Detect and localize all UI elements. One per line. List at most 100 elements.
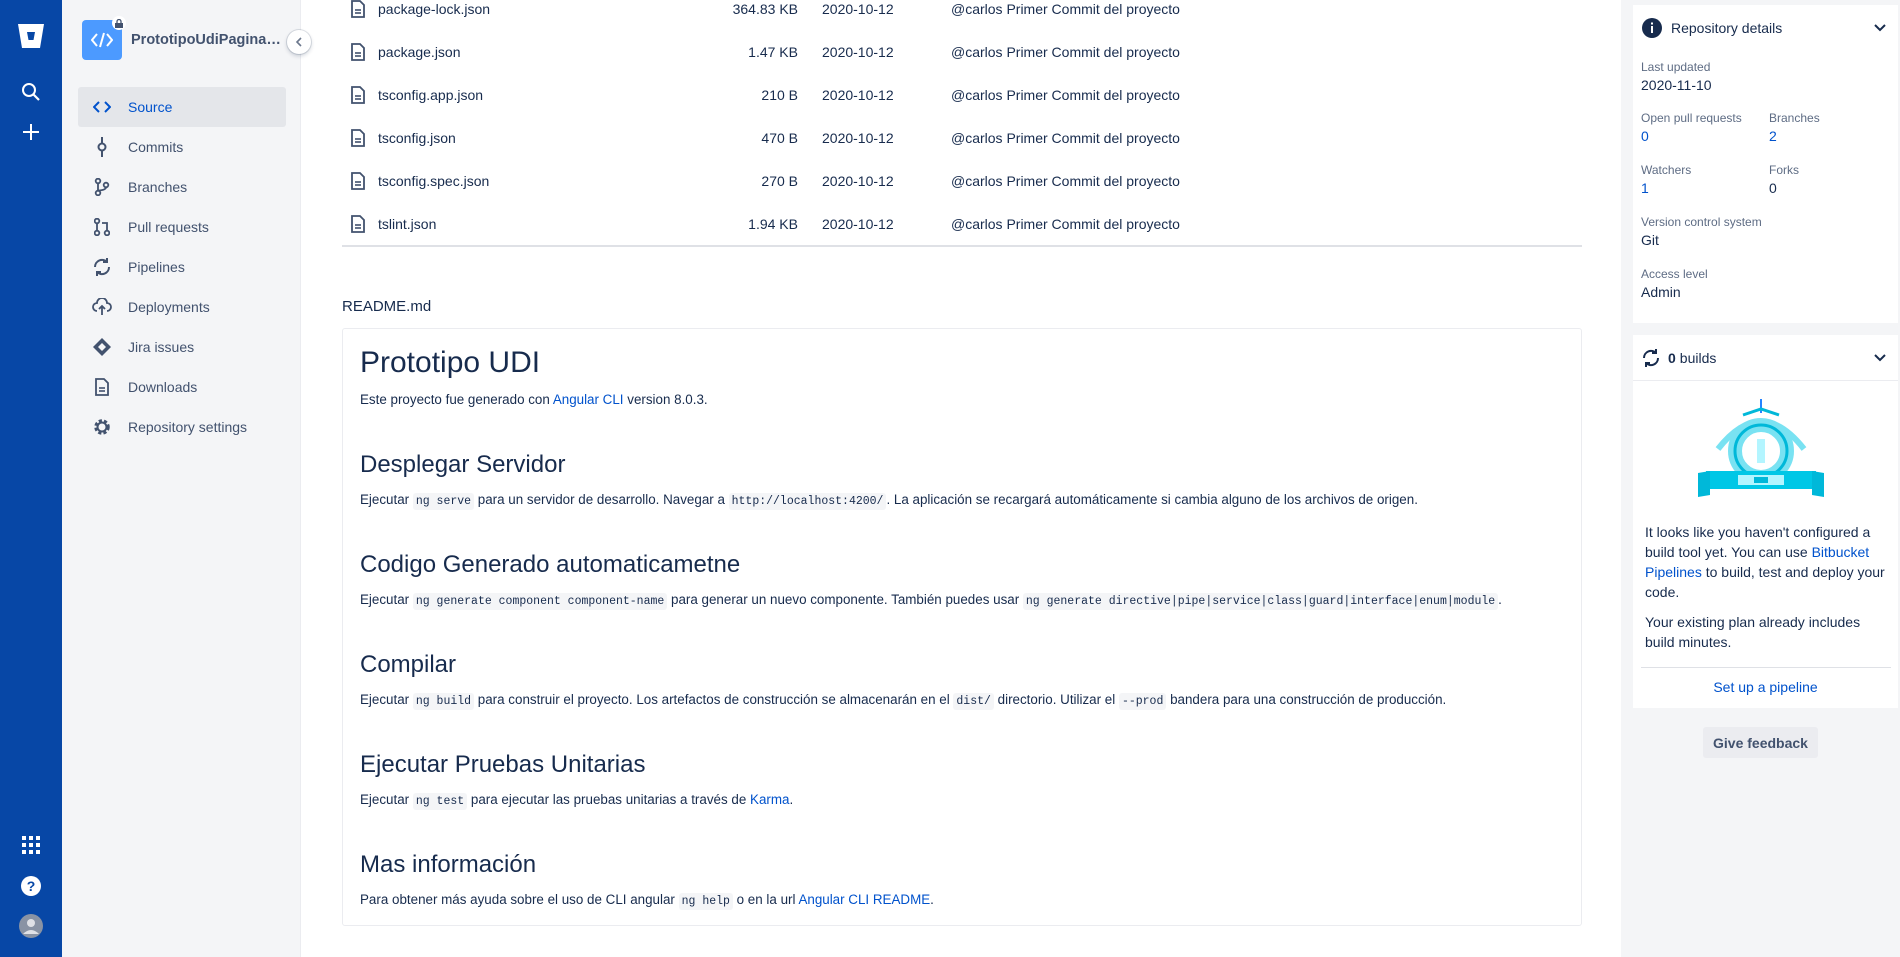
give-feedback-button[interactable]: Give feedback	[1703, 727, 1818, 758]
sidebar-item-branches[interactable]: Branches	[78, 167, 286, 207]
file-name[interactable]: tslint.json	[378, 216, 678, 232]
table-row[interactable]: package-lock.json 364.83 KB 2020-10-12 @…	[342, 0, 1582, 30]
pipelines-icon	[92, 257, 112, 277]
repository-details-title: Repository details	[1671, 20, 1783, 36]
downloads-icon	[92, 377, 112, 397]
file-name[interactable]: tsconfig.json	[378, 130, 678, 146]
commit-message[interactable]: @carlos Primer Commit del proyecto	[951, 1, 1180, 17]
angular-cli-link[interactable]: Angular CLI	[553, 392, 624, 407]
meta-value: Admin	[1641, 284, 1681, 300]
jira-icon	[92, 337, 112, 357]
sidebar-item-label: Pipelines	[128, 259, 185, 275]
file-size: 1.94 KB	[748, 215, 798, 232]
commit-message[interactable]: @carlos Primer Commit del proyecto	[951, 44, 1180, 60]
file-date: 2020-10-12	[822, 129, 894, 146]
help-icon[interactable]: ?	[0, 875, 62, 897]
lock-icon	[112, 16, 126, 30]
deployments-icon	[92, 297, 112, 317]
last-updated: Last updated 2020-11-10	[1641, 60, 1712, 93]
commit-message[interactable]: @carlos Primer Commit del proyecto	[951, 130, 1180, 146]
sidebar-item-jira-issues[interactable]: Jira issues	[78, 327, 286, 367]
meta-label: Last updated	[1641, 60, 1711, 74]
sidebar-item-label: Repository settings	[128, 419, 248, 435]
commit-message[interactable]: @carlos Primer Commit del proyecto	[951, 173, 1180, 189]
sidebar-item-label: Source	[128, 99, 173, 115]
code-snippet: ng build	[412, 693, 475, 710]
sidebar-item-repository-settings[interactable]: Repository settings	[78, 407, 286, 447]
meta-label: Branches	[1769, 111, 1820, 125]
project-header[interactable]: PrototipoUdiPaginaWeb	[82, 16, 281, 60]
repo-name: PrototipoUdiPaginaWeb	[131, 32, 281, 48]
refresh-icon	[1642, 348, 1660, 367]
repository-details-header[interactable]: Repository details	[1633, 5, 1898, 51]
meta-label: Access level	[1641, 267, 1708, 281]
search-icon[interactable]	[0, 82, 62, 102]
create-plus-icon[interactable]	[0, 122, 62, 142]
file-date: 2020-10-12	[822, 215, 894, 232]
branches-link[interactable]: 2	[1769, 128, 1820, 144]
app-switcher-icon[interactable]	[0, 836, 62, 854]
text: Ejecutar	[360, 592, 413, 607]
table-row[interactable]: tslint.json 1.94 KB 2020-10-12 @carlos P…	[342, 202, 1582, 245]
commit-message[interactable]: @carlos Primer Commit del proyecto	[951, 87, 1180, 103]
meta-label: Version control system	[1641, 215, 1762, 229]
sidebar-item-pipelines[interactable]: Pipelines	[78, 247, 286, 287]
code-snippet: ng serve	[412, 493, 475, 510]
sidebar-item-source[interactable]: Source	[78, 87, 286, 127]
file-name[interactable]: package.json	[378, 44, 678, 60]
text: Ejecutar	[360, 692, 413, 707]
sidebar-item-downloads[interactable]: Downloads	[78, 367, 286, 407]
commit-message[interactable]: @carlos Primer Commit del proyecto	[951, 216, 1180, 232]
table-row[interactable]: tsconfig.json 470 B 2020-10-12 @carlos P…	[342, 116, 1582, 159]
builds-empty-message: It looks like you haven't configured a b…	[1645, 522, 1885, 602]
bitbucket-logo-icon[interactable]	[0, 22, 62, 50]
right-panel: Repository details Last updated 2020-11-…	[1621, 0, 1900, 957]
sidebar-item-commits[interactable]: Commits	[78, 127, 286, 167]
table-row[interactable]: package.json 1.47 KB 2020-10-12 @carlos …	[342, 30, 1582, 73]
builds-header[interactable]: 0 builds	[1633, 335, 1898, 381]
text: para ejecutar las pruebas unitarias a tr…	[467, 792, 751, 807]
version-control-system: Version control system Git	[1641, 215, 1762, 248]
table-row[interactable]: tsconfig.spec.json 270 B 2020-10-12 @car…	[342, 159, 1582, 202]
angular-cli-readme-link[interactable]: Angular CLI README	[798, 892, 930, 907]
user-avatar[interactable]	[0, 914, 62, 938]
file-icon	[346, 0, 370, 18]
text: para construir el proyecto. Los artefact…	[474, 692, 954, 707]
text: para un servidor de desarrollo. Navegar …	[474, 492, 729, 507]
pipelines-illustration	[1698, 399, 1824, 502]
file-name[interactable]: package-lock.json	[378, 1, 678, 17]
chevron-left-icon	[295, 37, 302, 47]
forks: Forks 0	[1769, 163, 1799, 196]
builds-card: 0 builds It looks like you haven't confi…	[1633, 335, 1898, 708]
pull-request-icon	[92, 217, 112, 237]
open-pull-requests-link[interactable]: 0	[1641, 128, 1742, 144]
text: version 8.0.3.	[623, 392, 708, 407]
chevron-down-icon	[1874, 353, 1886, 361]
global-nav-rail: ?	[0, 0, 62, 957]
sidebar-item-pull-requests[interactable]: Pull requests	[78, 207, 286, 247]
file-size: 210 B	[761, 86, 798, 103]
file-date: 2020-10-12	[822, 172, 894, 189]
file-name[interactable]: tsconfig.app.json	[378, 87, 678, 103]
file-date: 2020-10-12	[822, 0, 894, 17]
section-heading: Desplegar Servidor	[360, 451, 566, 478]
sidebar-item-deployments[interactable]: Deployments	[78, 287, 286, 327]
file-date: 2020-10-12	[822, 43, 894, 60]
code-snippet: dist/	[953, 693, 994, 710]
collapse-sidebar-button[interactable]	[287, 30, 311, 54]
meta-value: 2020-11-10	[1641, 77, 1712, 93]
setup-pipeline-link[interactable]: Set up a pipeline	[1633, 679, 1898, 695]
karma-link[interactable]: Karma	[750, 792, 789, 807]
builds-label: builds	[1679, 349, 1717, 366]
text: para generar un nuevo componente. Tambié…	[667, 592, 1023, 607]
section-heading: Compilar	[360, 651, 457, 678]
section-heading: Mas información	[360, 851, 537, 878]
file-name[interactable]: tsconfig.spec.json	[378, 173, 678, 189]
watchers-link[interactable]: 1	[1641, 180, 1691, 196]
access-level: Access level Admin	[1641, 267, 1708, 300]
chevron-down-icon	[1874, 24, 1886, 32]
table-row[interactable]: tsconfig.app.json 210 B 2020-10-12 @carl…	[342, 73, 1582, 116]
file-icon	[346, 171, 370, 190]
file-icon	[346, 128, 370, 147]
project-sidebar: PrototipoUdiPaginaWeb Source Commits Bra…	[62, 0, 301, 957]
